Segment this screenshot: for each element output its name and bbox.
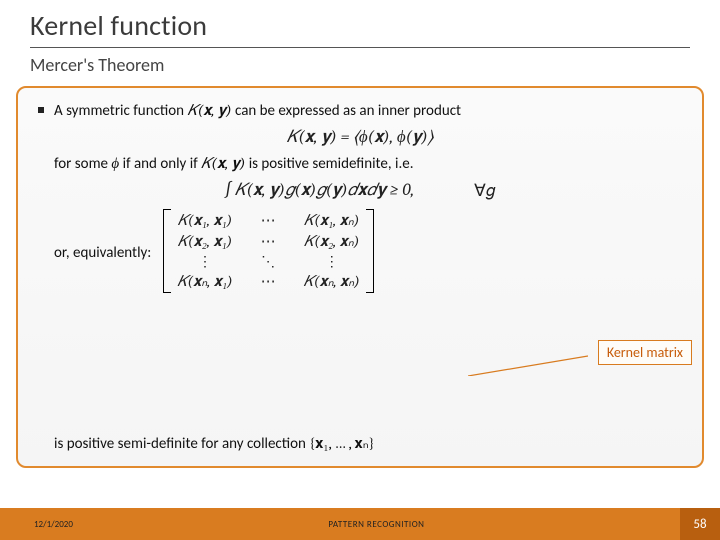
matrix-cell: ⋯	[261, 211, 276, 229]
footer-center: PATTERN RECOGNITION	[73, 519, 680, 530]
matrix-cell: ⋯	[261, 232, 276, 250]
text-span: can be expressed as an inner product	[232, 102, 461, 120]
slide-title: Kernel function	[0, 0, 720, 47]
text-span: if and only if	[119, 155, 201, 173]
matrix-cell: 𝐾(𝐱₁, 𝐱₁)	[177, 211, 232, 230]
matrix-cell: 𝐾(𝐱ₙ, 𝐱ₙ)	[304, 272, 360, 290]
math-kxy: 𝐾(𝐱, 𝐲)	[187, 101, 231, 119]
condition-line: for some ϕ if and only if 𝐾(𝐱, 𝐲) is pos…	[38, 153, 682, 174]
matrix-cell: 𝐾(𝐱₂, 𝐱ₙ)	[304, 232, 360, 251]
matrix-cell: ⋱	[261, 253, 276, 270]
kernel-matrix: 𝐾(𝐱₁, 𝐱₁) ⋯ 𝐾(𝐱₁, 𝐱ₙ) 𝐾(𝐱₂, 𝐱₁) ⋯ 𝐾(𝐱₂, …	[163, 209, 373, 293]
matrix-cell: 𝐾(𝐱₂, 𝐱₁)	[177, 232, 232, 251]
math-integral: ∫ 𝐾(𝐱, 𝐲)𝑔(𝐱)𝑔(𝐲)𝑑𝐱𝑑𝐲 ≥ 0,	[225, 181, 414, 200]
equation-inner-product: 𝐾(𝐱, 𝐲) = ⟨ϕ(𝐱), ϕ(𝐲)⟩	[38, 121, 682, 153]
kernel-matrix-callout: Kernel matrix	[598, 340, 692, 365]
math-kxy2: 𝐾(𝐱, 𝐲)	[201, 154, 245, 172]
matrix-cell: 𝐾(𝐱₁, 𝐱ₙ)	[304, 211, 360, 230]
or-equivalently: or, equivalently:	[54, 209, 151, 263]
text-span: A symmetric function	[54, 102, 187, 120]
matrix-row: or, equivalently: 𝐾(𝐱₁, 𝐱₁) ⋯ 𝐾(𝐱₁, 𝐱ₙ) …	[38, 205, 682, 293]
text-span: is positive semidefinite, i.e.	[245, 155, 413, 173]
callout-connector	[468, 348, 588, 376]
psd-statement: is positive semi-definite for any collec…	[54, 433, 375, 454]
equation-integral: ∫ 𝐾(𝐱, 𝐲)𝑔(𝐱)𝑔(𝐲)𝑑𝐱𝑑𝐲 ≥ 0, ∀𝑔	[38, 175, 682, 205]
matrix-cell: 𝐾(𝐱ₙ, 𝐱₁)	[177, 272, 232, 291]
math-eq1: 𝐾(𝐱, 𝐲) = ⟨ϕ(𝐱), ϕ(𝐲)⟩	[287, 128, 434, 147]
text-span: is positive semi-definite for any collec…	[54, 435, 309, 453]
matrix-cell: ⋮	[177, 253, 232, 270]
title-rule	[30, 47, 690, 48]
text-span: for some	[54, 155, 111, 173]
theorem-box: A symmetric function 𝐾(𝐱, 𝐲) can be expr…	[16, 86, 704, 468]
matrix-cell: ⋮	[304, 253, 360, 270]
slide-subtitle: Mercer's Theorem	[0, 54, 720, 82]
math-forall: ∀𝑔	[474, 181, 495, 201]
bullet-icon	[38, 107, 44, 113]
matrix-cell: ⋯	[261, 272, 276, 290]
theorem-statement: A symmetric function 𝐾(𝐱, 𝐲) can be expr…	[38, 100, 682, 121]
footer-date: 12/1/2020	[0, 519, 73, 530]
slide-footer: 12/1/2020 PATTERN RECOGNITION 58	[0, 508, 720, 540]
footer-page-number: 58	[680, 508, 720, 540]
math-collection: {𝐱₁, … , 𝐱ₙ}	[309, 434, 374, 452]
